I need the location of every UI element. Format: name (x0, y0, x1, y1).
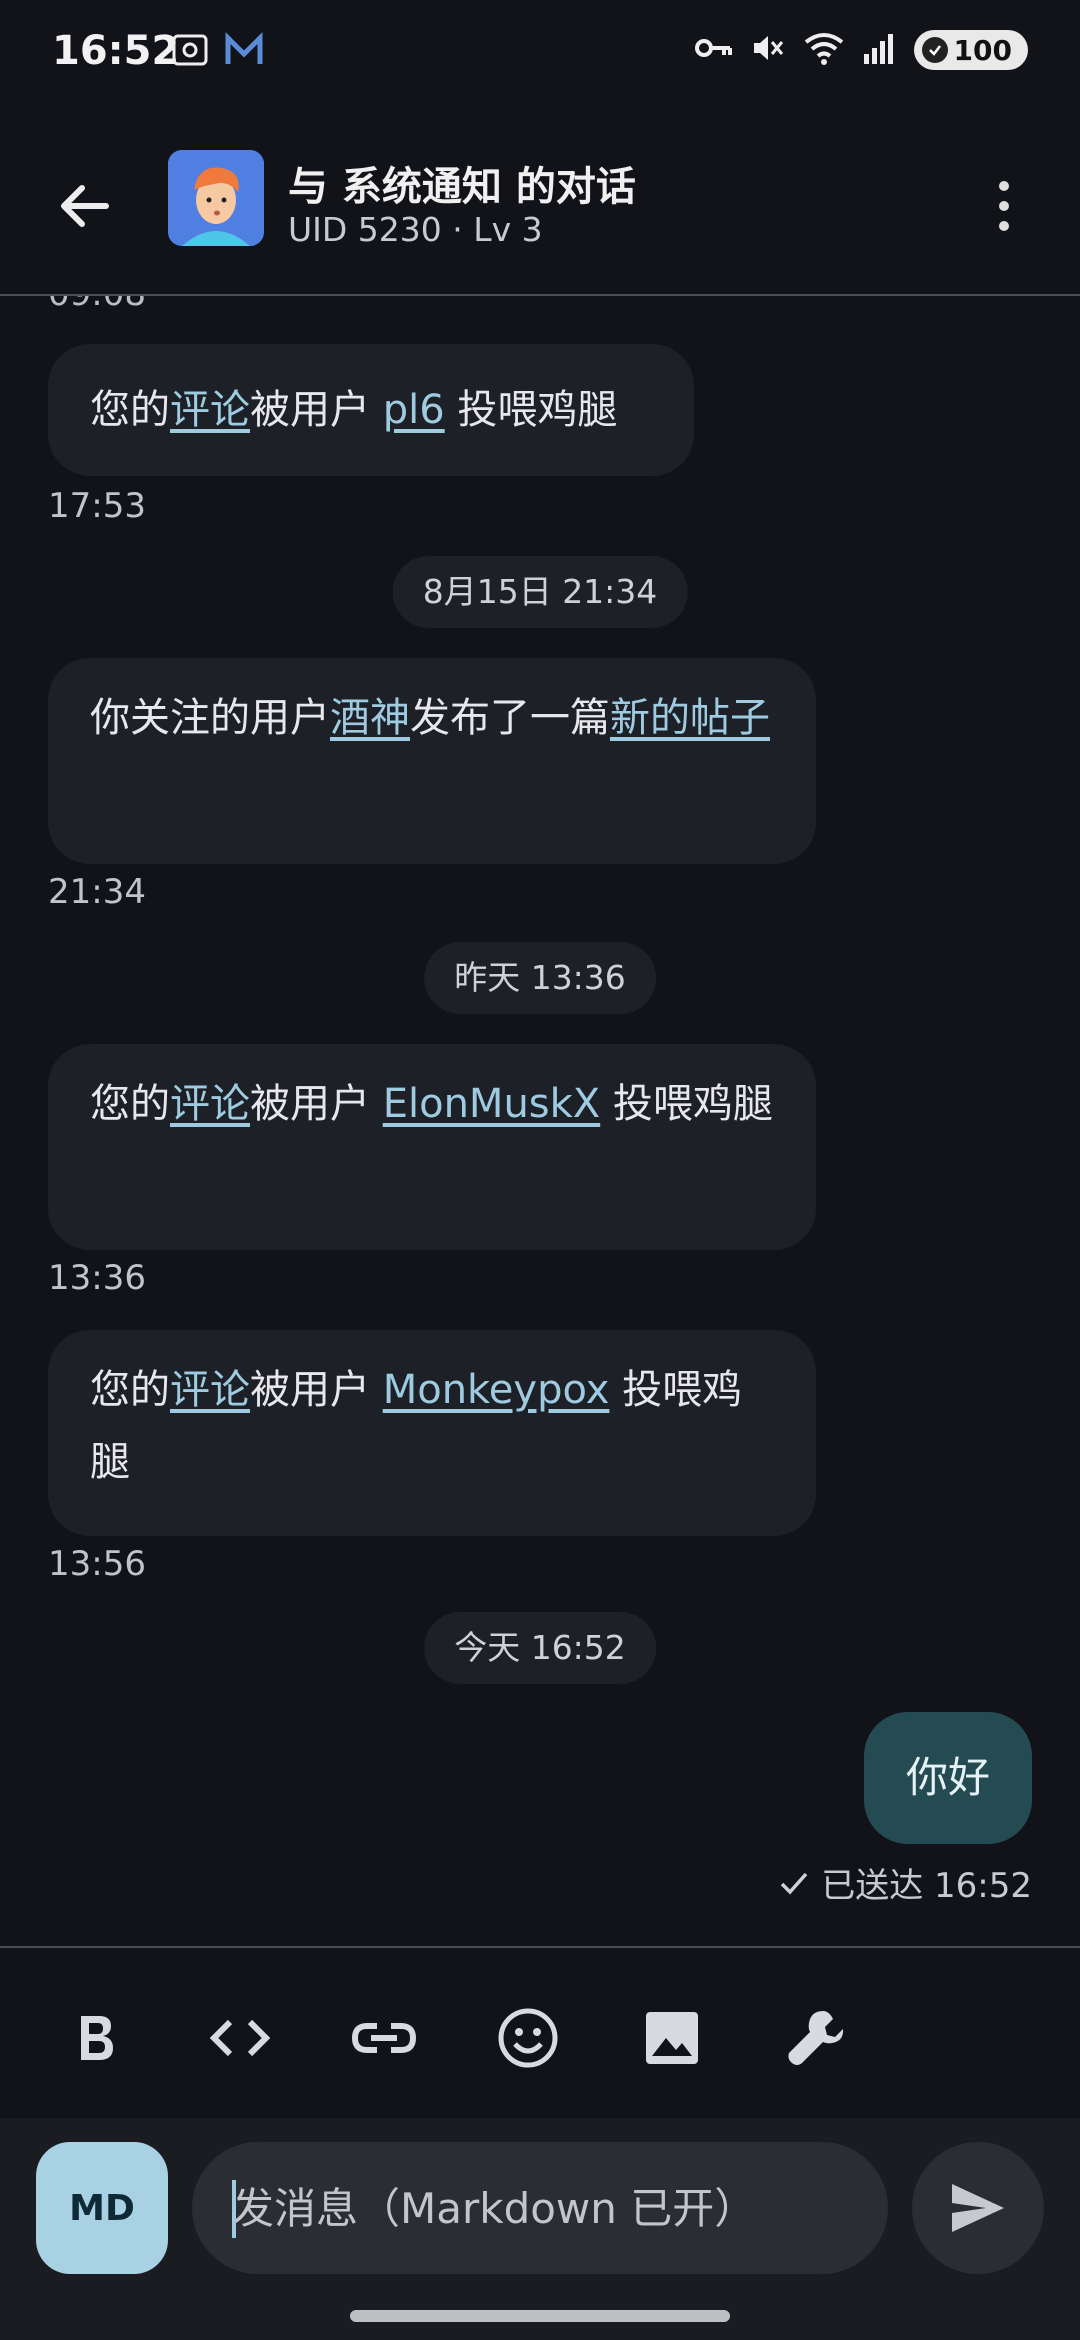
home-indicator[interactable] (350, 2310, 730, 2322)
more-vert-dot (999, 201, 1009, 211)
status-bar: 16:52 100 (0, 0, 1080, 110)
emoji-icon (498, 2008, 558, 2068)
message-timestamp: 13:56 (48, 1544, 146, 1584)
mute-icon (750, 30, 786, 70)
app-m-icon (224, 30, 264, 74)
code-icon (209, 2019, 271, 2057)
message-text: 投喂鸡腿 (444, 387, 618, 433)
vpn-key-icon (694, 33, 734, 67)
conversation-subtitle: UID 5230 · Lv 3 (288, 210, 543, 249)
user-link[interactable]: Monkeypox (383, 1367, 610, 1413)
message-text: 投喂鸡腿 (600, 1081, 773, 1127)
send-icon (952, 2184, 1004, 2232)
user-link[interactable]: ElonMuskX (383, 1081, 600, 1127)
post-link[interactable]: 新的帖子 (610, 695, 770, 741)
comment-link[interactable]: 评论 (170, 1367, 250, 1413)
back-button[interactable] (48, 170, 120, 242)
delivery-status-text: 已送达 16:52 (821, 1866, 1032, 1906)
tools-button[interactable] (778, 2000, 854, 2076)
wrench-icon (788, 2011, 844, 2065)
bold-icon (81, 2016, 113, 2060)
image-button[interactable] (634, 2000, 710, 2076)
message-timestamp: 17:53 (48, 486, 146, 526)
message-bubble: 你关注的用户酒神发布了一篇新的帖子 (48, 658, 816, 864)
divider (0, 1946, 1080, 1948)
bold-button[interactable] (58, 2000, 134, 2076)
more-vert-dot (999, 221, 1009, 231)
message-text: 被用户 (250, 387, 383, 433)
message-text: 您的 (90, 387, 170, 433)
message-list[interactable]: 09:08 您的评论被用户 pl6 投喂鸡腿 17:53 8月15日 21:34… (0, 296, 1080, 1946)
link-button[interactable] (346, 2000, 422, 2076)
format-toolbar (0, 1960, 1080, 2110)
more-vert-icon (999, 181, 1009, 191)
more-options-button[interactable] (976, 170, 1032, 242)
message-bubble: 您的评论被用户 Monkeypox 投喂鸡腿 (48, 1330, 816, 1536)
user-link[interactable]: pl6 (383, 387, 445, 433)
message-bubble: 您的评论被用户 pl6 投喂鸡腿 (48, 344, 694, 476)
user-link[interactable]: 酒神 (330, 695, 410, 741)
battery-shield-icon (921, 37, 948, 63)
signal-icon (862, 30, 898, 70)
status-right-icons: 100 (694, 30, 1028, 70)
date-chip: 8月15日 21:34 (392, 556, 688, 628)
comment-link[interactable]: 评论 (170, 1081, 250, 1127)
app-bar: 与 系统通知 的对话 UID 5230 · Lv 3 (0, 110, 1080, 296)
conversation-title: 与 系统通知 的对话 (288, 164, 636, 210)
delivery-status: 已送达 16:52 (777, 1858, 1032, 1907)
message-text: 您的 (90, 1367, 170, 1413)
avatar[interactable] (168, 150, 264, 246)
composer: MD (0, 2118, 1080, 2340)
emoji-button[interactable] (490, 2000, 566, 2076)
text-cursor (232, 2180, 236, 2238)
message-text: 您的 (90, 1081, 170, 1127)
date-chip: 昨天 13:36 (424, 942, 656, 1014)
status-time: 16:52 (52, 28, 180, 74)
wifi-icon (802, 30, 846, 70)
battery-level: 100 (953, 33, 1012, 67)
own-message-bubble: 你好 (863, 1712, 1032, 1844)
markdown-toggle-button[interactable]: MD (36, 2142, 168, 2274)
message-bubble: 您的评论被用户 ElonMuskX 投喂鸡腿 (48, 1044, 816, 1250)
check-icon (780, 1872, 808, 1895)
message-timestamp: 09:08 (48, 296, 146, 314)
message-text: 发布了一篇 (410, 695, 610, 741)
screenshot-icon (170, 30, 210, 74)
comment-link[interactable]: 评论 (170, 387, 250, 433)
code-button[interactable] (202, 2000, 278, 2076)
message-timestamp: 13:36 (48, 1258, 146, 1298)
image-icon (646, 2012, 698, 2064)
message-text: 被用户 (250, 1367, 383, 1413)
send-button[interactable] (912, 2142, 1044, 2274)
message-input[interactable] (192, 2142, 888, 2274)
battery-indicator: 100 (913, 30, 1028, 70)
cartoon-avatar-icon (168, 150, 264, 246)
link-icon (351, 2023, 417, 2053)
message-text: 被用户 (250, 1081, 383, 1127)
message-text: 你关注的用户 (90, 695, 330, 741)
arrow-left-icon (61, 185, 109, 227)
status-left-icons (170, 30, 264, 74)
message-timestamp: 21:34 (48, 872, 146, 912)
date-chip: 今天 16:52 (424, 1612, 656, 1684)
